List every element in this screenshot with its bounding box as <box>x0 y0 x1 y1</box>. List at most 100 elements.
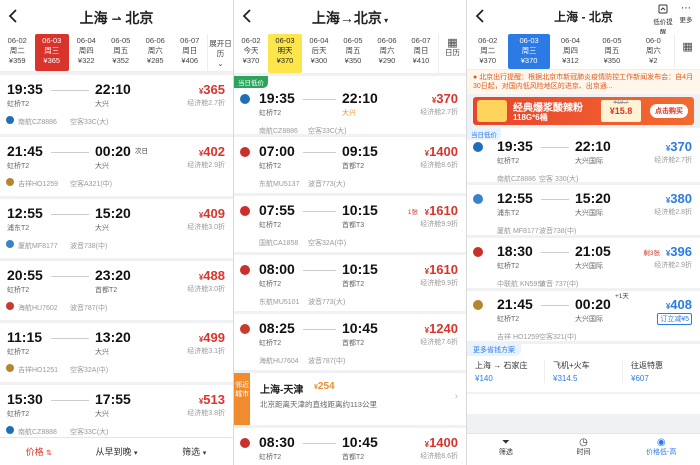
date-cell[interactable]: 06-02 周二 ¥370 <box>467 34 508 69</box>
price-sort-button[interactable]: ◉ 价格低-高 <box>622 434 700 465</box>
aircraft-type: 波音773(大) <box>308 181 346 188</box>
flight-card[interactable]: 08:3010:45虹桥T2首都T2¥1400经济舱8.6折东航MU5151波音… <box>234 428 466 465</box>
date-cell[interactable]: 06-07 周日 ¥410 <box>404 34 438 73</box>
date-cell[interactable]: 06-03 明天 ¥370 <box>268 34 302 73</box>
aircraft-type: 波音 737(中) <box>539 281 579 288</box>
flight-card[interactable]: 19:35 22:10 虹桥T2 大兴国际 ¥370 经济舱2.7折 南航CZ8886 空客 … <box>467 128 700 183</box>
route-arrow <box>51 400 89 401</box>
arrival-airport: 首都T3 <box>342 222 365 229</box>
date-cell[interactable]: 06-04 周四 ¥312 <box>550 34 591 69</box>
flight-card[interactable]: 08:00 10:15 虹桥T2 首都T2 ¥1610 经济舱9.9折 东航MU5101 波音… <box>234 255 466 311</box>
savings-option[interactable]: 上海 → 石家庄 ¥140 <box>467 360 544 383</box>
departure-time: 19:35 <box>7 81 43 97</box>
date-label: 06-07 <box>411 36 431 45</box>
arrival-airport: 首都T2 <box>342 281 365 288</box>
route-arrow <box>51 276 89 277</box>
airline-flight-number: 厦航 MF8177 <box>497 228 539 235</box>
flight-card[interactable]: 12:55 15:20 浦东T2 大兴国际 ¥380 经济舱2.8折 厦航 MF8177 波音… <box>467 185 700 235</box>
date-cell[interactable]: 06-02 今天 ¥370 <box>234 34 268 73</box>
route-title[interactable]: 上海→北京 ▾ <box>234 8 466 28</box>
flight-card[interactable]: 12:55 15:20 浦东T2 大兴 ¥409 经济舱3.0折 厦航MF8177 波音738… <box>0 199 233 258</box>
ticket-price: ¥513 <box>198 392 225 407</box>
airline-flight-number: 南航CZ8886 <box>259 128 298 135</box>
airline-logo-icon <box>240 438 250 448</box>
weekday-label: 今天 <box>243 46 259 55</box>
savings-option[interactable]: 飞机+火车 ¥314.5 <box>544 360 622 383</box>
flight-card[interactable]: 21:45 00:20 +1天 虹桥T2 大兴国际 ¥408 订立减¥5 吉祥 HO1259 空… <box>467 291 700 341</box>
seats-left-tag: 1张 <box>407 209 418 216</box>
arrival-time: 17:55 <box>95 391 131 407</box>
weekday-label: 周日 <box>182 46 198 55</box>
airline-logo-icon <box>6 364 14 372</box>
departure-airport: 虹桥T2 <box>259 281 282 288</box>
flight-card[interactable]: 08:25 10:45 虹桥T2 首都T2 ¥1240 经济舱7.6折 海航HU7604 波音… <box>234 314 466 370</box>
route-arrow <box>541 147 569 148</box>
date-cell[interactable]: 06-04 周四 ¥322 <box>69 34 104 71</box>
route-arrow <box>51 338 89 339</box>
flight-card[interactable]: 15:30 17:55 虹桥T2 大兴 ¥513 经济舱3.8折 南航CZ8888 空客33C… <box>0 385 233 444</box>
date-price: ¥312 <box>562 56 579 65</box>
date-cell[interactable]: 06-06 周六 ¥290 <box>370 34 404 73</box>
filter-button[interactable]: 筛选 ▾ <box>155 438 233 465</box>
arrival-airport: 大兴国际 <box>575 158 603 165</box>
aircraft-type: 空客 330(大) <box>539 176 579 183</box>
flight-list: 19:35 22:10 虹桥T2 大兴国际 ¥370 经济舱2.7折 南航CZ8886 空客 … <box>467 128 700 341</box>
ad-buy-button[interactable]: 点击购买 <box>650 104 688 118</box>
sort-price-button[interactable]: 价格 ⇅ <box>0 438 78 465</box>
flight-card[interactable]: 19:35 22:10 虹桥T2 大兴 ¥365 经济舱2.7折 南航CZ8886 空客33C… <box>0 75 233 134</box>
date-cell[interactable]: 06-02 周二 ¥359 <box>0 34 35 71</box>
airline-logo-icon <box>6 426 14 434</box>
chevron-down-icon: ▾ <box>202 450 207 457</box>
more-icon[interactable]: ⋯ 更多 <box>675 4 697 25</box>
flight-card[interactable]: 19:35 22:10 虹桥T2 大兴 ¥370 经济舱2.7折 南航CZ8886 空客33C… <box>234 76 466 135</box>
airline-flight-number: 南航CZ8886 <box>497 176 536 183</box>
date-label: 06-07 <box>180 36 200 45</box>
date-cell[interactable]: 06-04 后天 ¥300 <box>302 34 336 73</box>
cabin-discount: 经济舱3.8折 <box>187 410 225 417</box>
calendar-button[interactable]: ▦ 日历 <box>438 34 466 73</box>
date-cell[interactable]: 06-0 周六 ¥2 <box>633 34 674 69</box>
calendar-button[interactable]: ▦ <box>674 34 700 69</box>
cabin-discount: 经济舱2.7折 <box>187 100 225 107</box>
savings-option[interactable]: 往返特惠 ¥607 <box>622 360 700 383</box>
nearby-city-card[interactable]: 邻近城市 上海-天津 ¥254 北京距离天津的直线距离约113公里 › <box>234 373 466 425</box>
ticket-price: ¥408 <box>665 297 692 312</box>
date-cell[interactable]: 06-07 周日 ¥406 <box>173 34 208 71</box>
time-sort-button[interactable]: ◷ 时间 <box>545 434 623 465</box>
departure-time: 08:25 <box>259 320 295 336</box>
date-label: 06-02 <box>478 36 498 45</box>
date-cell[interactable]: 06-03 周三 ¥365 <box>34 34 69 71</box>
date-cell[interactable]: 06-06 周六 ¥285 <box>138 34 173 71</box>
flight-card[interactable]: 11:15 13:20 虹桥T2 大兴 ¥499 经济舱3.1折 吉祥HO1251 空客32A… <box>0 323 233 382</box>
date-cell[interactable]: 06-03 周三 ¥370 <box>508 34 550 69</box>
flight-card[interactable]: 18:30 21:05 虹桥T2 大兴国际 ¥396 剩3张 经济舱2.9折 中联航 KN59… <box>467 238 700 288</box>
notice-banner[interactable]: ● 北京出行提醒：根据北京市新冠肺炎疫情防控工作新闻发布会：自4月30日起，对国… <box>467 70 700 94</box>
flight-card[interactable]: 21:45 00:20 次日 虹桥T2 大兴 ¥402 经济舱2.9折 吉祥HO1259 空客A… <box>0 137 233 196</box>
flight-card[interactable]: 20:55 23:20 虹桥T2 首都T2 ¥488 经济舱3.0折 海航HU7602 波音7… <box>0 261 233 320</box>
date-cell[interactable]: 06-05 周五 ¥350 <box>336 34 370 73</box>
filter-button[interactable]: ⏷ 筛选 <box>467 434 545 465</box>
expand-calendar-button[interactable]: 展开日历 ⌄ <box>207 34 233 71</box>
ad-banner[interactable]: 经典爆浆酸辣粉 118G*6桶 ¥18.7 ¥15.8 点击购买 <box>473 97 694 125</box>
route-arrow <box>303 99 336 100</box>
cabin-discount: 经济舱9.9折 <box>420 221 458 228</box>
price-alert-icon[interactable]: 低价提醒 <box>652 4 674 36</box>
date-cell[interactable]: 06-05 周五 ¥350 <box>591 34 632 69</box>
date-cell[interactable]: 06-05 周五 ¥352 <box>104 34 139 71</box>
route-arrow <box>303 270 336 271</box>
savings-option-title: 往返特惠 <box>631 361 663 370</box>
airline-flight-number: 吉祥HO1259 <box>18 181 59 188</box>
ticket-price: ¥1400 <box>424 144 458 159</box>
departure-airport: 虹桥T2 <box>497 263 520 270</box>
ticket-price: ¥1610 <box>424 203 458 218</box>
route-title[interactable]: 上海 ⇀ 北京 <box>0 8 233 28</box>
arrival-time: 22:10 <box>575 138 611 154</box>
flight-card[interactable]: 07:00 09:15 虹桥T2 首都T2 ¥1400 经济舱8.6折 东航MU5137 波音… <box>234 137 466 193</box>
lowest-price-tag: 当日低价 <box>234 76 268 88</box>
airline-flight-number: 吉祥 HO1259 <box>497 334 540 341</box>
alert-icon: ● <box>473 74 478 81</box>
date-price: ¥2 <box>649 56 658 65</box>
sort-time-button[interactable]: 从早到晚 ▾ <box>78 438 156 465</box>
airline-flight-number: 南航CZ8886 <box>18 119 57 126</box>
flight-card[interactable]: 07:55 10:15 虹桥T2 首都T3 ¥1610 1张 经济舱9.9折 国航CA1858… <box>234 196 466 252</box>
